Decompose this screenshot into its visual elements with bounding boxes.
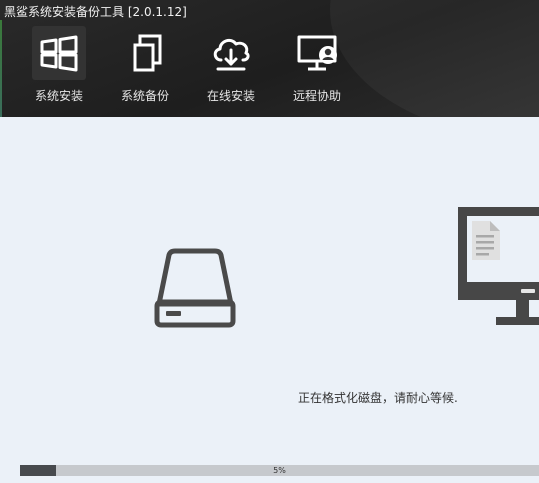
hard-disk-icon bbox=[153, 248, 237, 332]
progress-bar: 5% bbox=[20, 465, 539, 476]
status-message: 正在格式化磁盘，请耐心等候. bbox=[298, 391, 458, 405]
tab-label: 远程协助 bbox=[292, 89, 341, 103]
windows-icon bbox=[32, 26, 86, 80]
tab-online-install[interactable]: 在线安装 bbox=[202, 26, 260, 106]
main-tabs: 系统安装 系统备份 在线安装 远程协助 bbox=[30, 26, 374, 106]
computer-monitor-icon bbox=[458, 207, 539, 331]
tab-label: 系统备份 bbox=[120, 89, 169, 103]
tab-system-install[interactable]: 系统安装 bbox=[30, 26, 88, 106]
title-bar: 黑鲨系统安装备份工具 [2.0.1.12] 系统安装 系统备份 在线安装 远程协… bbox=[0, 0, 539, 117]
progress-percent: 5% bbox=[273, 466, 286, 475]
tab-label: 在线安装 bbox=[206, 89, 255, 103]
tab-label: 系统安装 bbox=[34, 89, 83, 103]
app-title: 黑鲨系统安装备份工具 [2.0.1.12] bbox=[4, 5, 187, 19]
tab-system-backup[interactable]: 系统备份 bbox=[116, 26, 174, 106]
remote-support-icon bbox=[290, 26, 344, 80]
cloud-download-icon bbox=[204, 26, 258, 80]
tab-remote-support[interactable]: 远程协助 bbox=[288, 26, 346, 106]
copy-icon bbox=[118, 26, 172, 80]
